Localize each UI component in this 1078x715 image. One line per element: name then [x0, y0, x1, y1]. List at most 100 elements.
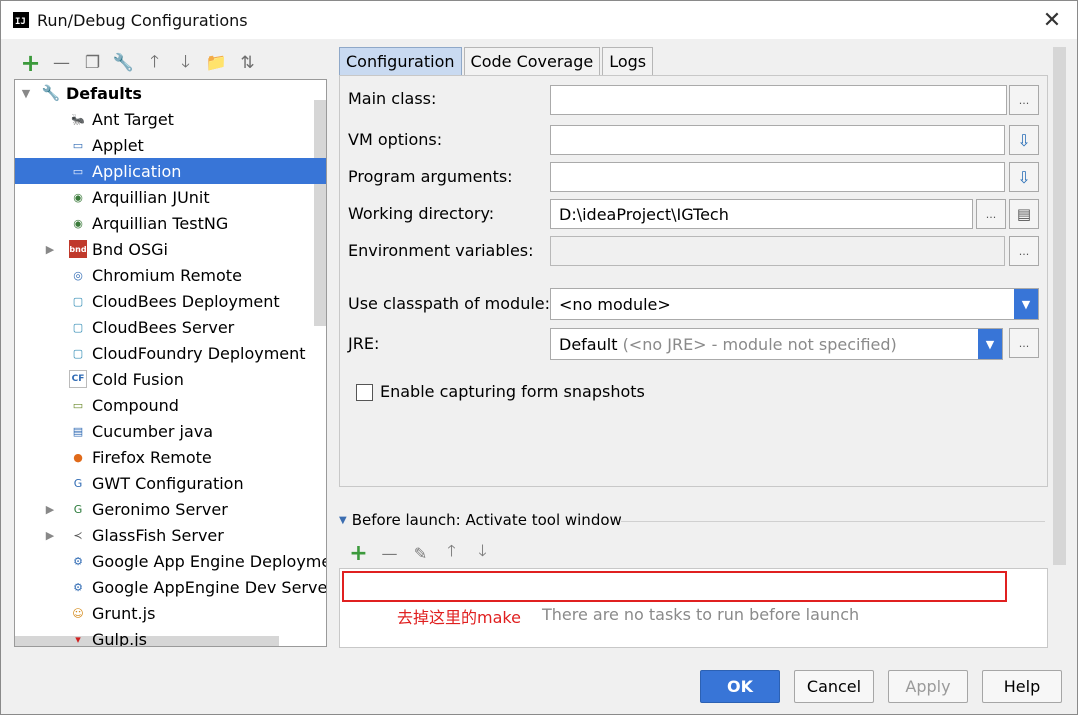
tree-item-label: Applet	[92, 135, 144, 155]
add-icon[interactable]: +	[15, 49, 46, 77]
tree-item-label: GlassFish Server	[92, 525, 224, 545]
panel-vertical-scrollbar[interactable]	[1053, 47, 1066, 565]
tree-item-label: CloudFoundry Deployment	[92, 343, 306, 363]
window-title: Run/Debug Configurations	[37, 10, 248, 30]
tree-item-label: Geronimo Server	[92, 499, 228, 519]
vm-options-expand-icon[interactable]: ⇩	[1009, 125, 1039, 155]
title-bar: IJ Run/Debug Configurations ✕	[1, 1, 1077, 39]
tree-item[interactable]: ● Firefox Remote	[15, 444, 326, 470]
tree-item-label: GWT Configuration	[92, 473, 244, 493]
tree-item[interactable]: ▭ Compound	[15, 392, 326, 418]
close-icon[interactable]: ✕	[1039, 7, 1065, 33]
snapshot-checkbox[interactable]	[356, 384, 373, 401]
grunt-icon: ☺	[72, 606, 84, 620]
tree-item[interactable]: CF Cold Fusion	[15, 366, 326, 392]
jre-browse-button[interactable]: ...	[1009, 328, 1039, 358]
tree-item[interactable]: ⚙ Google App Engine Deploymer	[15, 548, 326, 574]
tree-item[interactable]: ▢ CloudBees Deployment	[15, 288, 326, 314]
collapse-arrow-icon[interactable]: ▼	[19, 87, 33, 100]
add-task-icon[interactable]: +	[343, 541, 374, 566]
cloud-icon: ▢	[72, 346, 84, 360]
jre-value: Default	[559, 334, 618, 354]
tree-item[interactable]: ▶ bnd Bnd OSGi	[15, 236, 326, 262]
program-args-label: Program arguments:	[348, 167, 513, 186]
tree-item[interactable]: ◎ Chromium Remote	[15, 262, 326, 288]
sort-icon[interactable]: ⇅	[232, 50, 263, 76]
expand-arrow-icon[interactable]: ▶	[43, 243, 57, 256]
tree-item-label: Arquillian TestNG	[92, 213, 229, 233]
tree-item[interactable]: ◉ Arquillian JUnit	[15, 184, 326, 210]
help-button[interactable]: Help	[982, 670, 1062, 703]
tree-root-defaults[interactable]: ▼ 🔧 Defaults	[15, 80, 326, 106]
tree-item[interactable]: ⚙ Google AppEngine Dev Server	[15, 574, 326, 600]
main-class-browse-button[interactable]: ...	[1009, 85, 1039, 115]
vm-options-input[interactable]	[550, 125, 1005, 155]
remove-icon[interactable]: —	[46, 50, 77, 76]
remove-task-icon[interactable]: —	[374, 541, 405, 565]
apply-button[interactable]: Apply	[888, 670, 968, 703]
env-vars-browse-button[interactable]: ...	[1009, 236, 1039, 266]
expand-arrow-icon[interactable]: ▶	[43, 529, 57, 542]
classpath-module-select[interactable]: <no module> ▼	[550, 288, 1039, 320]
tab-logs[interactable]: Logs	[602, 47, 654, 75]
tree-item[interactable]: ◉ Arquillian TestNG	[15, 210, 326, 236]
tree-item-label: Google App Engine Deploymer	[92, 551, 327, 571]
cancel-button[interactable]: Cancel	[794, 670, 874, 703]
folder-icon[interactable]: 📁	[201, 50, 232, 76]
tree-item-label: Google AppEngine Dev Server	[92, 577, 327, 597]
tree-item[interactable]: ▶ ≺ GlassFish Server	[15, 522, 326, 548]
expand-arrow-icon[interactable]: ▶	[43, 503, 57, 516]
tree-item-label: CloudBees Deployment	[92, 291, 280, 311]
env-vars-input[interactable]	[550, 236, 1005, 266]
tree-item[interactable]: G GWT Configuration	[15, 470, 326, 496]
main-class-input[interactable]	[550, 85, 1007, 115]
working-dir-browse-button[interactable]: ...	[976, 199, 1006, 229]
edit-task-icon[interactable]: ✎	[405, 541, 436, 565]
classpath-module-value: <no module>	[559, 294, 671, 314]
collapse-triangle-icon[interactable]: ▼	[339, 515, 347, 526]
tree-item-label: Grunt.js	[92, 603, 156, 623]
task-up-icon[interactable]: 🡑	[436, 541, 467, 565]
move-down-icon[interactable]: 🡓	[170, 50, 201, 76]
tree-item[interactable]: ▭ Applet	[15, 132, 326, 158]
chevron-down-icon[interactable]: ▼	[978, 329, 1002, 359]
classpath-label: Use classpath of module:	[348, 294, 551, 313]
config-toolbar: + — ❐ 🔧 🡑 🡓 📁 ⇅	[15, 49, 263, 77]
snapshot-label[interactable]: Enable capturing form snapshots	[380, 382, 645, 401]
chevron-down-icon[interactable]: ▼	[1014, 289, 1038, 319]
tree-item[interactable]: ☺ Grunt.js	[15, 600, 326, 626]
wrench-icon[interactable]: 🔧	[108, 50, 139, 76]
task-down-icon[interactable]: 🡓	[467, 541, 498, 565]
tree-item[interactable]: ▾ Gulp.js	[15, 626, 326, 647]
bnd-icon: bnd	[69, 240, 87, 258]
working-dir-macro-icon[interactable]: ▤	[1009, 199, 1039, 229]
config-tree[interactable]: ▼ 🔧 Defaults 🐜 Ant Target ▭ Applet ▭ Applicat…	[14, 79, 327, 647]
arquillian-icon: ◉	[73, 190, 83, 204]
tree-item[interactable]: ▭ Application	[15, 158, 326, 184]
tree-item[interactable]: ▤ Cucumber java	[15, 418, 326, 444]
chromium-icon: ◎	[73, 268, 83, 282]
tree-item-label: CloudBees Server	[92, 317, 235, 337]
tree-item[interactable]: 🐜 Ant Target	[15, 106, 326, 132]
tree-item[interactable]: ▢ CloudFoundry Deployment	[15, 340, 326, 366]
working-dir-input[interactable]: D:\ideaProject\IGTech	[550, 199, 973, 229]
ok-button[interactable]: OK	[700, 670, 780, 703]
cucumber-icon: ▤	[72, 424, 84, 438]
tree-item[interactable]: ▶ G Geronimo Server	[15, 496, 326, 522]
dialog-window: IJ Run/Debug Configurations ✕ + — ❐ 🔧 🡑 🡓 📁 ⇅ ▼…	[0, 0, 1078, 715]
glassfish-icon: ≺	[73, 528, 83, 542]
tree-item-label: Gulp.js	[92, 629, 148, 647]
program-args-expand-icon[interactable]: ⇩	[1009, 162, 1039, 192]
gulp-icon: ▾	[75, 632, 81, 646]
before-launch-header[interactable]: ▼ Before launch: Activate tool window	[339, 511, 622, 529]
env-vars-label: Environment variables:	[348, 241, 534, 260]
program-args-input[interactable]	[550, 162, 1005, 192]
tab-configuration[interactable]: Configuration	[339, 47, 462, 75]
tree-item[interactable]: ▢ CloudBees Server	[15, 314, 326, 340]
move-up-icon[interactable]: 🡑	[139, 50, 170, 76]
jre-select[interactable]: Default (<no JRE> - module not specified…	[550, 328, 1003, 360]
copy-icon[interactable]: ❐	[77, 50, 108, 76]
tree-item-label: Cucumber java	[92, 421, 214, 441]
application-icon: ▭	[72, 164, 84, 178]
tab-code-coverage[interactable]: Code Coverage	[463, 47, 601, 75]
